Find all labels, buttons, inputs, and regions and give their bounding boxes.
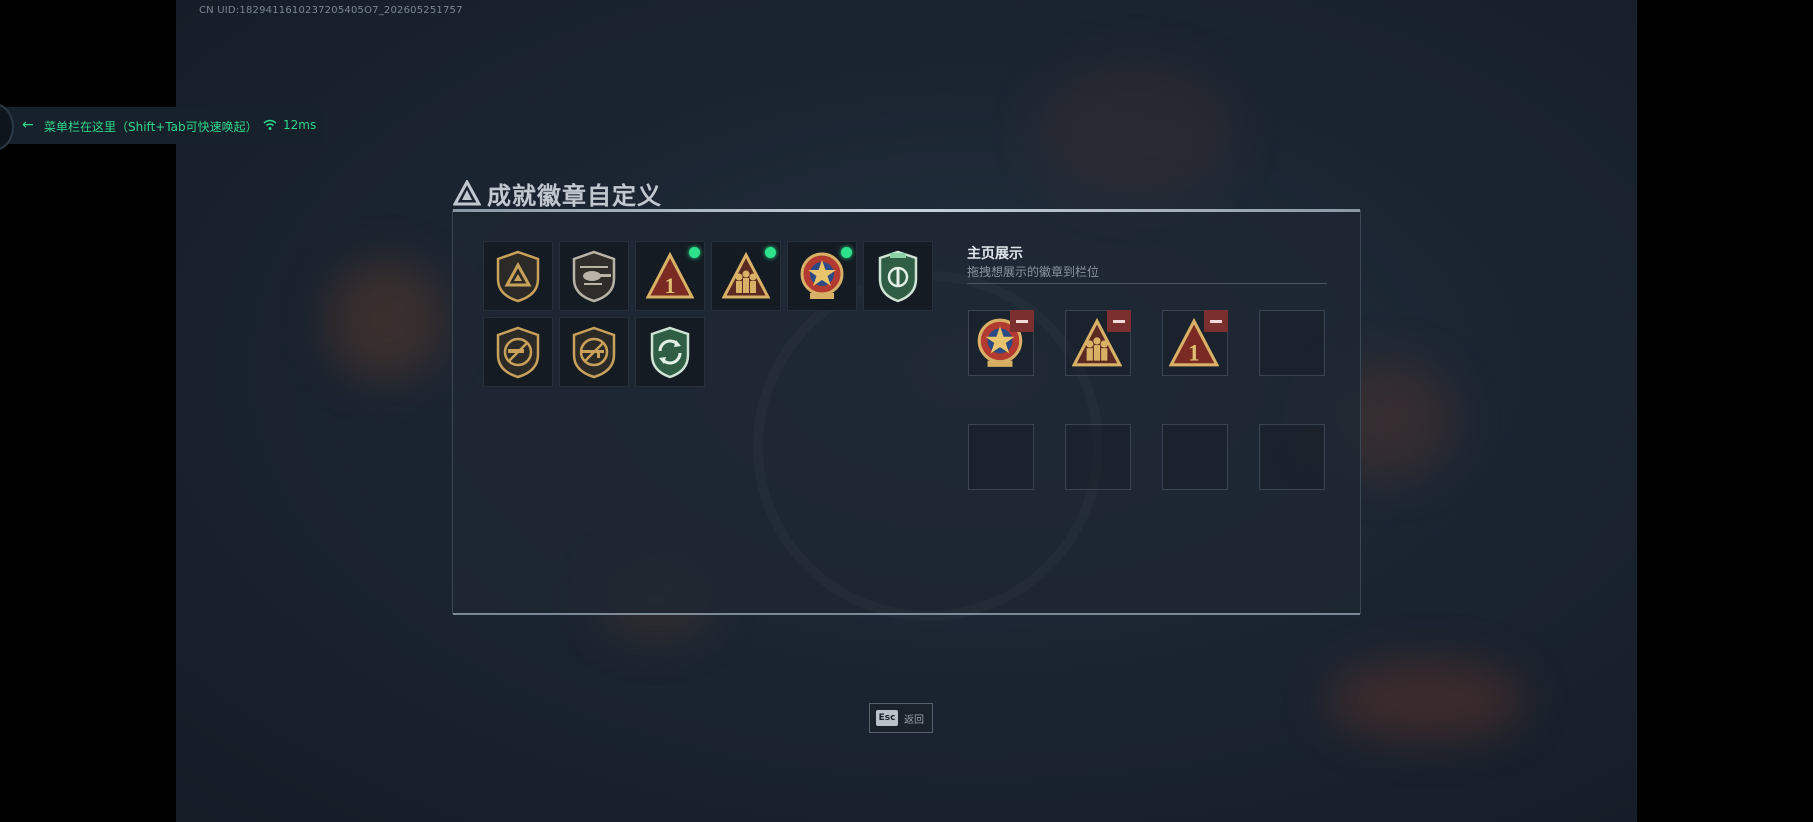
star-medal-badge-icon: [800, 252, 844, 299]
showcase-slot-5[interactable]: [968, 424, 1034, 490]
new-indicator-dot: [689, 247, 700, 258]
wifi-icon: [263, 119, 277, 130]
showcase-slot-8[interactable]: [1259, 424, 1325, 490]
inventory-badge-triangle-shield[interactable]: [483, 241, 553, 311]
soldiers-triangle-badge-icon: [722, 251, 770, 299]
remove-badge-button[interactable]: [1010, 310, 1034, 332]
back-label: 返回: [904, 714, 924, 726]
window-title: 成就徽章自定义: [487, 181, 662, 210]
showcase-slot-6[interactable]: [1065, 424, 1131, 490]
svg-text:1: 1: [665, 273, 676, 298]
no-rifle-shield-badge-icon: [572, 326, 616, 379]
badge-customize-panel: 1 主页展示 拖拽想展示的徽章到栏位 1: [452, 209, 1361, 615]
menubar-hint-text: 菜单栏在这里（Shift+Tab可快速唤起）: [44, 120, 258, 134]
showcase-subtitle: 拖拽想展示的徽章到栏位: [967, 265, 1100, 279]
minus-icon: [1016, 319, 1028, 323]
inventory-badge-number-one[interactable]: 1: [635, 241, 705, 311]
esc-key-hint: Esc: [876, 710, 898, 726]
showcase-slot-7[interactable]: [1162, 424, 1228, 490]
green-recycle-shield-badge-icon: [650, 326, 690, 379]
uid-watermark: CN UID:1829411610237205405O7_20260525175…: [199, 5, 463, 16]
back-button[interactable]: Esc 返回: [869, 703, 933, 733]
window-title-bar: 成就徽章自定义: [453, 176, 662, 210]
helicopter-shield-badge-icon: [572, 250, 616, 303]
showcase-slot-2[interactable]: [1065, 310, 1131, 376]
triangle-logo-icon: [453, 180, 481, 206]
inventory-badge-no-gun[interactable]: [483, 317, 553, 387]
minus-icon: [1210, 319, 1222, 323]
menubar-toggle-handle[interactable]: [0, 103, 14, 151]
new-indicator-dot: [765, 247, 776, 258]
arrow-left-icon[interactable]: ←: [22, 117, 34, 133]
inventory-badge-no-rifle[interactable]: [559, 317, 629, 387]
green-shield-badge-icon: [878, 250, 918, 303]
inventory-badge-green-recycle[interactable]: [635, 317, 705, 387]
showcase-slot-3[interactable]: 1: [1162, 310, 1228, 376]
number-one-triangle-badge-icon: 1: [646, 251, 694, 299]
inventory-badge-star-medal[interactable]: [787, 241, 857, 311]
new-indicator-dot: [841, 247, 852, 258]
showcase-title: 主页展示: [967, 246, 1023, 262]
ping-value: 12ms: [283, 118, 317, 132]
background-emblem: [753, 271, 1103, 621]
inventory-badge-soldiers[interactable]: [711, 241, 781, 311]
showcase-divider: [967, 283, 1327, 284]
minus-icon: [1113, 319, 1125, 323]
showcase-slot-4[interactable]: [1259, 310, 1325, 376]
remove-badge-button[interactable]: [1107, 310, 1131, 332]
svg-text:1: 1: [1188, 341, 1199, 366]
showcase-slot-1[interactable]: [968, 310, 1034, 376]
panel-top-border: [453, 209, 1360, 212]
menubar-hint[interactable]: ← 菜单栏在这里（Shift+Tab可快速唤起） 12ms: [0, 103, 325, 151]
triangle-shield-badge-icon: [496, 250, 540, 303]
inventory-badge-helicopter-shield[interactable]: [559, 241, 629, 311]
no-gun-shield-badge-icon: [496, 326, 540, 379]
remove-badge-button[interactable]: [1204, 310, 1228, 332]
inventory-badge-green-shield[interactable]: [863, 241, 933, 311]
